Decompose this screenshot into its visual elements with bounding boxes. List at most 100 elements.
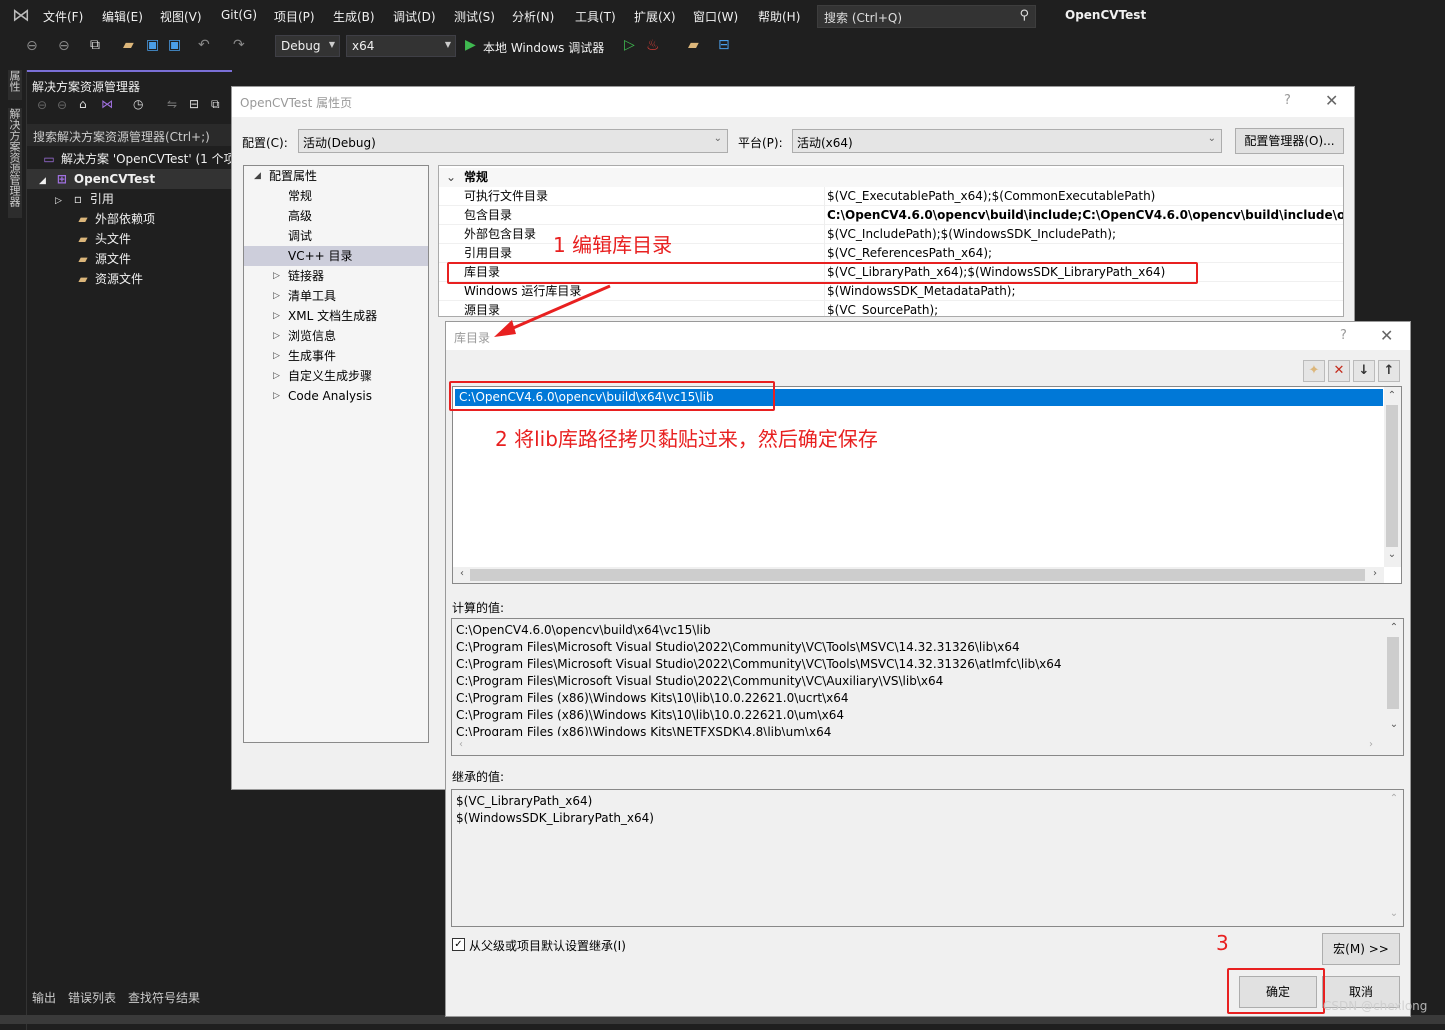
nav-custom-build-step[interactable]: ▷ 自定义生成步骤 [244,366,428,386]
home-icon[interactable]: ⌂ [79,97,87,111]
nav-xml-doc-generator[interactable]: ▷ XML 文档生成器 [244,306,428,326]
scrollbar-thumb[interactable] [1387,637,1399,709]
undo-icon[interactable]: ↶ [198,37,210,53]
open-folder-icon[interactable]: ▰ [123,37,134,53]
menu-test[interactable]: 测试(S) [454,8,495,25]
tree-item-references[interactable]: ▷ ▫ 引用 [27,189,232,209]
chevron-down-icon[interactable]: ⌄ [446,168,456,187]
scroll-down-icon[interactable]: ⌄ [1385,549,1399,560]
collapse-arrow-icon[interactable]: ▷ [273,266,280,286]
macros-button[interactable]: 宏(M) >> [1322,933,1400,965]
scroll-up-icon[interactable]: ⌃ [1387,793,1401,804]
config-manager-button[interactable]: 配置管理器(O)... [1235,128,1344,154]
scrollbar-thumb[interactable] [1386,405,1398,547]
grid-category[interactable]: ⌄ 常规 [439,168,1343,187]
collapse-arrow-icon[interactable]: ▷ [55,196,62,206]
start-debugging-button[interactable]: 本地 Windows 调试器 [483,39,604,56]
horizontal-scrollbar[interactable]: ‹ › [452,737,1385,755]
move-down-button[interactable]: ↓ [1353,360,1375,382]
close-button[interactable]: ✕ [1380,326,1393,345]
layout-icon[interactable]: ⊟ [718,37,730,53]
close-button[interactable]: ✕ [1325,91,1338,110]
platform-dropdown[interactable]: x64 ▼ [346,35,456,57]
menu-build[interactable]: 生成(B) [333,8,375,25]
nav-linker[interactable]: ▷ 链接器 [244,266,428,286]
nav-code-analysis[interactable]: ▷ Code Analysis [244,386,428,406]
platform-combobox[interactable]: 活动(x64) ⌄ [792,129,1222,153]
grid-row-include-dirs[interactable]: 包含目录 C:\OpenCV4.6.0\opencv\build\include;… [439,206,1343,225]
new-line-button[interactable]: ✦ [1303,360,1325,382]
collapse-arrow-icon[interactable]: ▷ [273,326,280,346]
grid-row-executable-dirs[interactable]: 可执行文件目录 $(VC_ExecutablePath_x64);$(Common… [439,187,1343,206]
menu-view[interactable]: 视图(V) [160,8,202,25]
grid-value[interactable]: $(VC_ExecutablePath_x64);$(CommonExecuta… [824,187,1155,206]
forward-icon[interactable]: ⊖ [57,98,67,112]
collapse-all-icon[interactable]: ⊟ [189,97,199,111]
start-without-debugging-icon[interactable]: ▷ [624,37,635,53]
horizontal-scrollbar[interactable]: ‹ › [453,567,1384,583]
scrollbar-thumb[interactable] [470,569,1365,581]
back-icon[interactable]: ⊖ [37,98,47,112]
scroll-up-icon[interactable]: ⌃ [1385,390,1399,401]
switch-views-icon[interactable]: ⋈ [101,97,113,111]
search-input[interactable]: 搜索 (Ctrl+Q) ⚲ [817,5,1036,28]
collapse-arrow-icon[interactable]: ▷ [273,286,280,306]
collapse-arrow-icon[interactable]: ▷ [273,366,280,386]
config-combobox[interactable]: 活动(Debug) ⌄ [298,129,728,153]
nav-debugging[interactable]: 调试 [244,226,428,246]
delete-line-button[interactable]: ✕ [1328,360,1350,382]
play-icon[interactable]: ▶ [465,37,476,53]
pending-changes-icon[interactable]: ◷ [133,97,143,111]
scroll-down-icon[interactable]: ⌄ [1387,719,1401,730]
menu-tools[interactable]: 工具(T) [575,8,616,25]
properties-tab[interactable]: 属性 [8,70,22,100]
help-button[interactable]: ? [1340,328,1347,343]
grid-value[interactable]: $(VC_IncludePath);$(WindowsSDK_IncludePa… [824,225,1116,244]
sync-icon[interactable]: ⇋ [167,97,177,111]
scroll-right-icon[interactable]: › [1364,739,1378,750]
scroll-up-icon[interactable]: ⌃ [1387,622,1401,633]
collapse-arrow-icon[interactable]: ▷ [273,386,280,406]
forward-icon[interactable]: ⊖ [58,38,70,54]
nav-general[interactable]: 常规 [244,186,428,206]
configuration-dropdown[interactable]: Debug ▼ [275,35,340,57]
collapse-arrow-icon[interactable]: ▷ [273,346,280,366]
hot-reload-icon[interactable]: ♨ [646,36,659,54]
help-button[interactable]: ? [1284,93,1291,108]
show-all-files-icon[interactable]: ⧉ [211,97,220,112]
tree-item-source-files[interactable]: ▰ 源文件 [27,249,232,269]
nav-advanced[interactable]: 高级 [244,206,428,226]
nav-config-properties[interactable]: ◢ 配置属性 [244,166,428,186]
vertical-scrollbar[interactable]: ⌃ ⌄ [1384,387,1401,567]
scroll-left-icon[interactable]: ‹ [454,739,468,750]
tab-error-list[interactable]: 错误列表 [68,989,116,1006]
grid-value[interactable]: C:\OpenCV4.6.0\opencv\build\include;C:\O… [824,206,1343,225]
nav-vc-directories[interactable]: VC++ 目录 [244,246,428,266]
grid-value[interactable]: $(VC_ReferencesPath_x64); [824,244,992,263]
menu-git[interactable]: Git(G) [221,8,257,22]
save-all-icon[interactable]: ▣ [168,37,181,53]
scroll-right-icon[interactable]: › [1368,568,1382,579]
tree-item-resource-files[interactable]: ▰ 资源文件 [27,269,232,289]
menu-analyze[interactable]: 分析(N) [512,8,554,25]
menu-file[interactable]: 文件(F) [43,8,83,25]
nav-manifest-tool[interactable]: ▷ 清单工具 [244,286,428,306]
nav-build-events[interactable]: ▷ 生成事件 [244,346,428,366]
grid-value[interactable]: $(WindowsSDK_MetadataPath); [824,282,1016,301]
tab-find-symbol-results[interactable]: 查找符号结果 [128,989,200,1006]
menu-extensions[interactable]: 扩展(X) [634,8,676,25]
move-up-button[interactable]: ↑ [1378,360,1400,382]
scroll-down-icon[interactable]: ⌄ [1387,908,1401,919]
inherit-checkbox-label[interactable]: 从父级或项目默认设置继承(I) [469,937,626,954]
menu-edit[interactable]: 编辑(E) [102,8,143,25]
inherit-checkbox[interactable]: ✓ [452,938,465,951]
save-icon[interactable]: ▣ [146,37,159,53]
menu-window[interactable]: 窗口(W) [693,8,738,25]
vertical-scrollbar[interactable]: ⌃ ⌄ [1385,790,1403,926]
tab-output[interactable]: 输出 [32,989,56,1006]
grid-value[interactable]: $(VC_SourcePath); [824,301,938,316]
menu-debug[interactable]: 调试(D) [393,8,436,25]
tree-item-solution[interactable]: ▭ 解决方案 'OpenCVTest' (1 个项目 [27,149,232,169]
nav-browse-info[interactable]: ▷ 浏览信息 [244,326,428,346]
redo-icon[interactable]: ↷ [233,37,245,53]
